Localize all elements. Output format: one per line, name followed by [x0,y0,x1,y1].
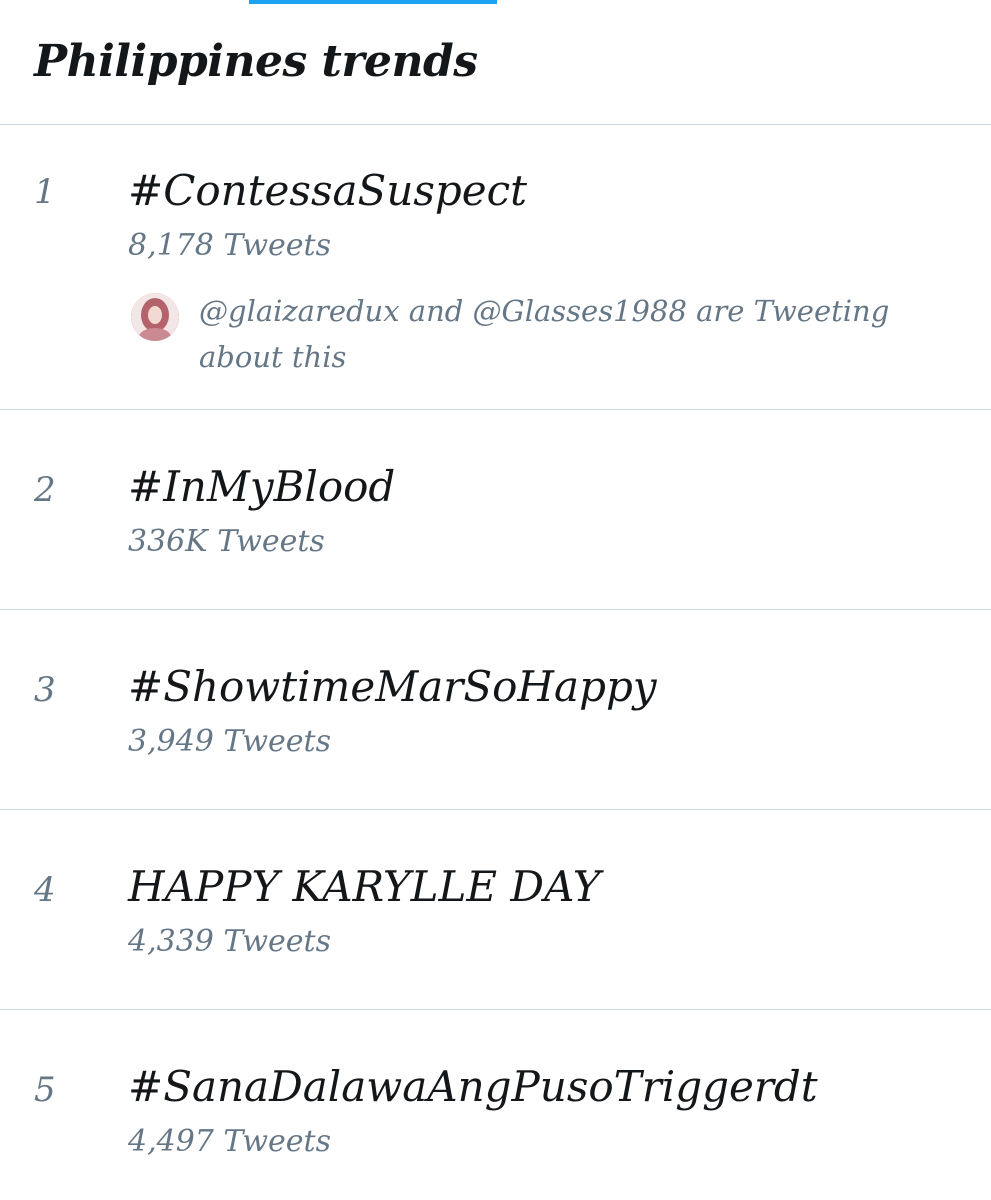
trend-context-text: @glaizaredux and @Glasses1988 are Tweeti… [199,294,890,374]
tweet-count: 336K Tweets [128,524,325,559]
trend-item[interactable]: 2 #InMyBlood 336K Tweets [0,410,991,610]
tweet-count: 4,339 Tweets [128,924,331,959]
trend-name[interactable]: #ShowtimeMarSoHappy [128,662,657,711]
trend-rank: 2 [34,470,56,510]
user-avatar-icon [131,293,179,341]
trend-name[interactable]: #InMyBlood [128,462,395,511]
trend-item[interactable]: 3 #ShowtimeMarSoHappy 3,949 Tweets [0,610,991,810]
trend-item[interactable]: 4 HAPPY KARYLLE DAY 4,339 Tweets [0,810,991,1010]
page-title: Philippines trends [34,36,478,87]
trend-name[interactable]: HAPPY KARYLLE DAY [128,862,600,911]
tweet-count: 4,497 Tweets [128,1124,331,1159]
trend-item[interactable]: 1 #ContessaSuspect 8,178 Tweets @glaizar… [0,126,991,410]
trend-name[interactable]: #SanaDalawaAngPusoTriggerdt [128,1062,818,1111]
tweet-count: 8,178 Tweets [128,228,331,263]
trend-item[interactable]: 5 #SanaDalawaAngPusoTriggerdt 4,497 Twee… [0,1010,991,1200]
trend-rank: 5 [34,1070,56,1110]
trend-context: @glaizaredux and @Glasses1988 are Tweeti… [131,293,971,374]
trend-rank: 1 [34,172,56,212]
trend-rank: 3 [34,670,56,710]
page-header: Philippines trends [0,0,991,125]
trend-rank: 4 [34,870,56,910]
tweet-count: 3,949 Tweets [128,724,331,759]
trend-name[interactable]: #ContessaSuspect [128,166,527,215]
